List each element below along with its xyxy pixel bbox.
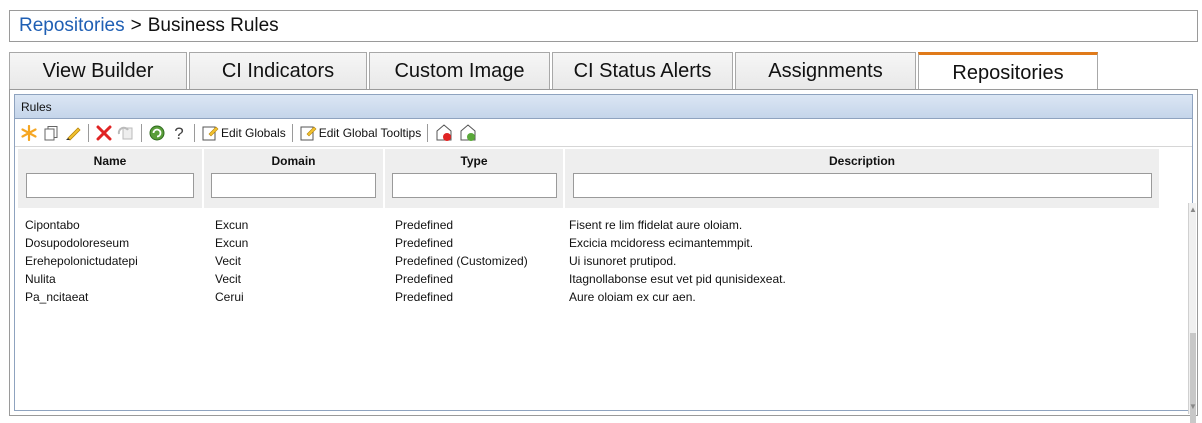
toolbar-divider (194, 123, 195, 142)
scroll-down-arrow-icon[interactable]: ▼ (1189, 402, 1197, 412)
restore-icon[interactable] (117, 122, 135, 144)
type-filter-input[interactable] (391, 173, 557, 198)
column-header-type: Type (460, 154, 488, 168)
refresh-icon[interactable] (148, 122, 166, 144)
table-row[interactable]: Erehepolonictudatepi Vecit Predefined (C… (15, 252, 1175, 270)
table-row[interactable]: Dosupodoloreseum Excun Predefined Excici… (15, 234, 1175, 252)
rules-panel: Rules ? Edit Globals Edit Global Tooltip… (9, 89, 1198, 423)
svg-text:?: ? (174, 124, 183, 142)
rules-table: Name Domain Type Description Cipontabo E… (15, 149, 1197, 423)
export-icon[interactable] (434, 122, 454, 144)
column-domain: Domain (204, 149, 385, 208)
help-icon[interactable]: ? (170, 122, 188, 144)
cell-type: Predefined (Customized) (395, 254, 528, 268)
breadcrumb-link-repositories[interactable]: Repositories (19, 15, 125, 37)
cell-description: Fisent re lim ffidelat aure oloiam. (569, 218, 743, 232)
tab-custom-image[interactable]: Custom Image (369, 52, 550, 90)
cell-type: Predefined (395, 290, 454, 304)
cell-domain: Cerui (215, 290, 244, 304)
edit-global-tooltips-label: Edit Global Tooltips (318, 125, 422, 140)
column-header-domain: Domain (271, 154, 316, 168)
table-body: Cipontabo Excun Predefined Fisent re lim… (15, 216, 1175, 306)
new-icon[interactable] (20, 122, 38, 144)
domain-filter-input[interactable] (211, 173, 376, 198)
edit-icon[interactable] (64, 122, 82, 144)
column-header-name: Name (93, 154, 127, 168)
name-filter-input[interactable] (26, 173, 194, 198)
cell-domain: Vecit (215, 254, 242, 268)
toolbar: ? Edit Globals Edit Global Tooltips (15, 119, 1192, 147)
tab-bar: View Builder CI Indicators Custom Image … (9, 52, 1198, 91)
tab-repositories[interactable]: Repositories (918, 52, 1098, 91)
tab-assignments[interactable]: Assignments (735, 52, 916, 90)
cell-description: Ui isunoret prutipod. (569, 254, 677, 268)
column-type: Type (385, 149, 565, 208)
table-row[interactable]: Cipontabo Excun Predefined Fisent re lim… (15, 216, 1175, 234)
toolbar-divider (427, 123, 429, 142)
edit-globals-button[interactable]: Edit Globals (201, 122, 286, 144)
import-icon[interactable] (458, 122, 478, 144)
cell-description: Aure oloiam ex cur aen. (569, 290, 696, 304)
column-header-description: Description (828, 154, 895, 168)
cell-name: Cipontabo (25, 218, 80, 232)
column-name: Name (18, 149, 204, 208)
cell-type: Predefined (395, 236, 454, 250)
tab-view-builder[interactable]: View Builder (9, 52, 187, 90)
cell-name: Erehepolonictudatepi (25, 254, 138, 268)
delete-icon[interactable] (95, 122, 113, 144)
scroll-up-arrow-icon[interactable]: ▲ (1189, 205, 1197, 215)
rules-panel-inner: Rules ? Edit Globals Edit Global Tooltip… (14, 94, 1197, 423)
tab-ci-indicators[interactable]: CI Indicators (189, 52, 367, 90)
cell-name: Dosupodoloreseum (25, 236, 130, 250)
cell-name: Pa_ncitaeat (25, 290, 89, 304)
edit-globals-label: Edit Globals (221, 125, 286, 140)
breadcrumb-separator: > (130, 15, 142, 36)
table-row[interactable]: Pa_ncitaeat Cerui Predefined Aure oloiam… (15, 288, 1175, 306)
cell-domain: Vecit (215, 272, 242, 286)
cell-domain: Excun (215, 218, 249, 232)
toolbar-divider (141, 123, 142, 142)
vertical-scrollbar[interactable]: ▲ ▼ (1188, 203, 1197, 423)
breadcrumb: Repositories > Business Rules (9, 10, 1198, 42)
cell-description: Excicia mcidoress ecimantemmpit. (569, 236, 754, 250)
edit-globals-icon (202, 126, 219, 140)
breadcrumb-current: Business Rules (147, 15, 279, 36)
panel-title: Rules (15, 95, 1192, 119)
cell-description: Itagnollabonse esut vet pid qunisidexeat… (569, 272, 786, 286)
table-header: Name Domain Type Description (18, 149, 1159, 208)
cell-type: Predefined (395, 272, 454, 286)
cell-type: Predefined (395, 218, 454, 232)
edit-global-tooltips-button[interactable]: Edit Global Tooltips (299, 122, 422, 144)
toolbar-divider (88, 123, 89, 142)
cell-name: Nulita (25, 272, 56, 286)
tab-ci-status-alerts[interactable]: CI Status Alerts (552, 52, 733, 90)
description-filter-input[interactable] (572, 173, 1152, 198)
edit-tooltips-icon (300, 126, 317, 140)
cell-domain: Excun (215, 236, 249, 250)
toolbar-divider (291, 123, 293, 142)
copy-icon[interactable] (42, 122, 60, 144)
table-row[interactable]: Nulita Vecit Predefined Itagnollabonse e… (15, 270, 1175, 288)
column-description: Description (565, 149, 1159, 208)
